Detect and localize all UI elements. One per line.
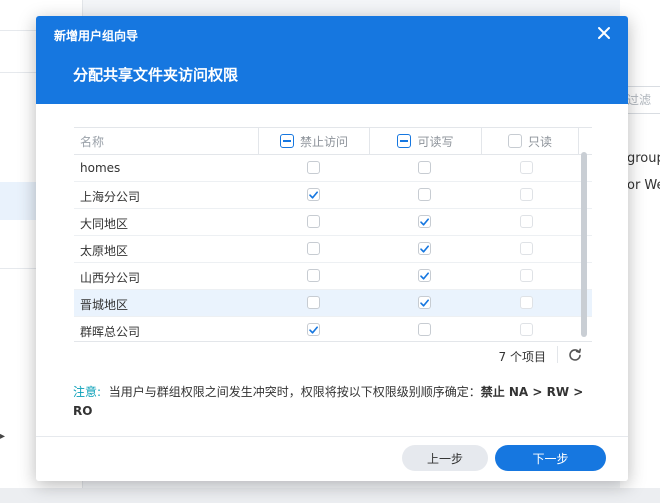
- folder-name: 山西分公司: [80, 271, 141, 285]
- table-row[interactable]: 太原地区: [74, 236, 592, 263]
- column-header-deny[interactable]: 禁止访问: [259, 128, 369, 154]
- table-row[interactable]: 大同地区: [74, 209, 592, 236]
- note-label: 注意:: [73, 385, 102, 399]
- read-write-checkbox[interactable]: [418, 161, 431, 174]
- note-text: 当用户与群组权限之间发生冲突时，权限将按以下权限级别顺序确定：: [108, 385, 481, 399]
- background-dot: ▸: [0, 431, 6, 442]
- deny-checkbox[interactable]: [307, 161, 320, 174]
- grid-header: 名称 禁止访问 可读写 只读: [74, 128, 592, 155]
- deny-checkbox[interactable]: [307, 323, 320, 336]
- read-only-all-checkbox[interactable]: [507, 134, 522, 148]
- table-row[interactable]: 晋城地区: [74, 290, 592, 317]
- read-write-checkbox[interactable]: [418, 323, 431, 336]
- background-bottom-bar: [0, 488, 660, 503]
- read-write-all-checkbox[interactable]: [397, 134, 412, 148]
- scrollbar-thumb[interactable]: [581, 152, 587, 337]
- deny-checkbox[interactable]: [307, 296, 320, 309]
- read-only-checkbox[interactable]: [520, 161, 533, 174]
- read-only-checkbox[interactable]: [520, 296, 533, 309]
- next-button[interactable]: 下一步: [495, 445, 606, 471]
- read-only-checkbox[interactable]: [520, 323, 533, 336]
- background-text: group: [627, 151, 660, 166]
- table-row[interactable]: 群晖总公司: [74, 317, 592, 342]
- read-write-checkbox[interactable]: [418, 215, 431, 228]
- grid-scrollbar[interactable]: [581, 152, 587, 340]
- background-text: or We: [627, 178, 660, 193]
- column-label-deny: 禁止访问: [299, 134, 348, 149]
- create-group-wizard-dialog: 新增用户组向导 分配共享文件夹访问权限 名称 禁止访问 可读写 只读 homes…: [36, 16, 628, 481]
- table-row[interactable]: 上海分公司: [74, 182, 592, 209]
- read-write-checkbox[interactable]: [418, 242, 431, 255]
- folder-name: 太原地区: [80, 244, 129, 258]
- column-header-read-write[interactable]: 可读写: [370, 128, 481, 154]
- previous-button[interactable]: 上一步: [402, 445, 488, 471]
- read-only-checkbox[interactable]: [520, 188, 533, 201]
- close-icon[interactable]: [594, 23, 614, 43]
- column-label-read-only: 只读: [527, 134, 552, 149]
- read-only-checkbox[interactable]: [520, 242, 533, 255]
- folder-name: 大同地区: [80, 217, 129, 231]
- deny-checkbox[interactable]: [307, 269, 320, 282]
- read-only-checkbox[interactable]: [520, 269, 533, 282]
- item-count: 7 个项目: [498, 350, 546, 364]
- table-row[interactable]: homes: [74, 155, 592, 182]
- conflict-note: 注意: 当用户与群组权限之间发生冲突时，权限将按以下权限级别顺序确定：禁止 NA…: [73, 383, 593, 421]
- dialog-title: 新增用户组向导: [54, 29, 139, 43]
- grid-footer: 7 个项目: [74, 341, 592, 368]
- deny-checkbox[interactable]: [307, 215, 320, 228]
- read-write-checkbox[interactable]: [418, 269, 431, 282]
- read-write-checkbox[interactable]: [418, 296, 431, 309]
- read-only-checkbox[interactable]: [520, 215, 533, 228]
- table-row[interactable]: 山西分公司: [74, 263, 592, 290]
- column-header-read-only[interactable]: 只读: [482, 128, 578, 154]
- deny-checkbox[interactable]: [307, 242, 320, 255]
- deny-checkbox[interactable]: [307, 188, 320, 201]
- folder-name: homes: [80, 161, 121, 175]
- column-label-read-write: 可读写: [417, 134, 454, 149]
- folder-name: 上海分公司: [80, 190, 141, 204]
- read-write-checkbox[interactable]: [418, 188, 431, 201]
- column-header-name[interactable]: 名称: [80, 133, 104, 150]
- step-title: 分配共享文件夹访问权限: [73, 66, 239, 84]
- permission-grid: 名称 禁止访问 可读写 只读 homes 上海分公司 大同地区 太原地区 山西分…: [74, 127, 592, 342]
- dialog-footer: 上一步 下一步: [36, 436, 628, 481]
- folder-name: 群晖总公司: [80, 325, 141, 339]
- folder-name: 晋城地区: [80, 298, 129, 312]
- grid-rows: homes 上海分公司 大同地区 太原地区 山西分公司 晋城地区 群晖总公司: [74, 155, 592, 342]
- deny-all-checkbox[interactable]: [279, 134, 294, 148]
- dialog-header: 新增用户组向导 分配共享文件夹访问权限: [36, 16, 628, 104]
- refresh-icon[interactable]: [568, 347, 582, 361]
